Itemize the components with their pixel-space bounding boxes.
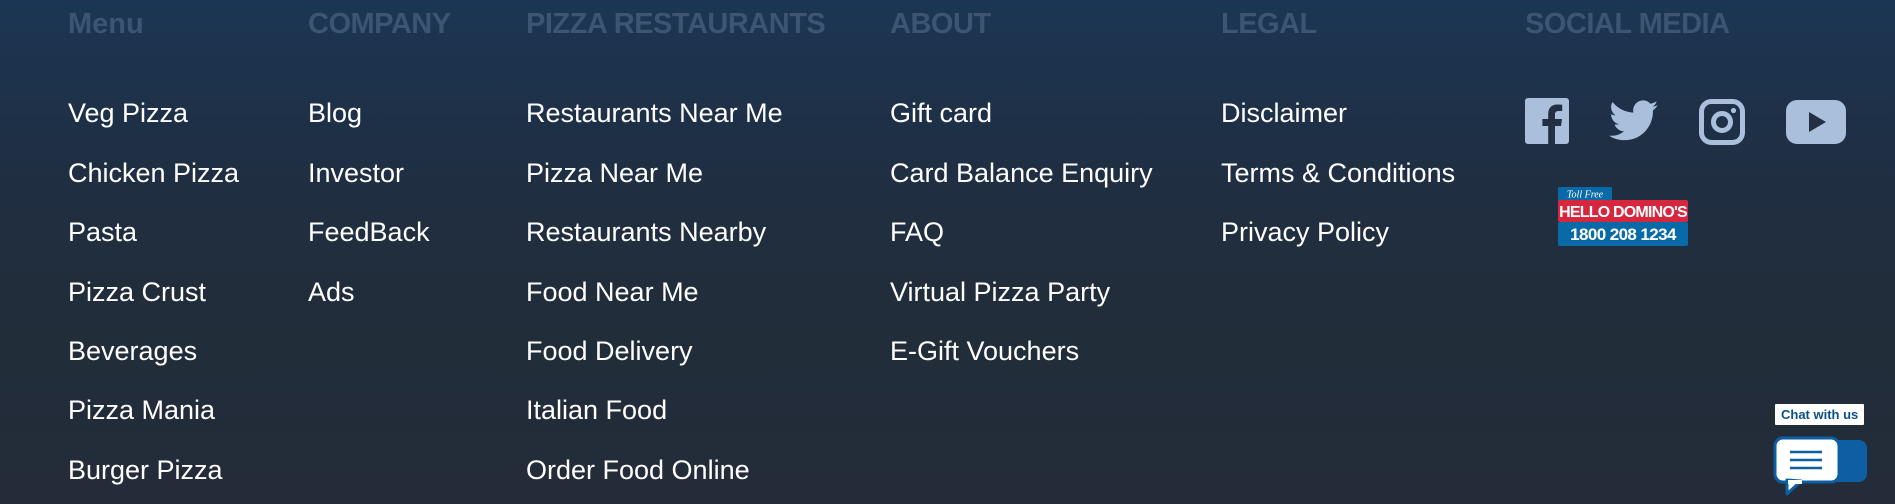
footer-link-italian-food[interactable]: Italian Food (526, 393, 667, 427)
chat-widget-button[interactable]: Chat with us (1773, 404, 1869, 500)
footer-heading-pizza-restaurants: PIZZA RESTAURANTS (526, 8, 826, 40)
hotline-toll-free-text: Toll Free (1567, 190, 1604, 201)
footer-link-order-food-online[interactable]: Order Food Online (526, 453, 750, 487)
footer-link-restaurants-nearby[interactable]: Restaurants Nearby (526, 215, 766, 249)
footer-heading-legal: LEGAL (1221, 8, 1317, 40)
footer-link-disclaimer[interactable]: Disclaimer (1221, 96, 1347, 130)
hello-dominos-hotline-badge[interactable]: Toll Free HELLO DOMINO'S 1800 208 1234 (1558, 187, 1689, 247)
footer-link-terms-conditions[interactable]: Terms & Conditions (1221, 156, 1455, 190)
footer-link-investor[interactable]: Investor (308, 156, 404, 190)
footer-link-chicken-pizza[interactable]: Chicken Pizza (68, 156, 239, 190)
chat-bubble-icon (1773, 436, 1867, 496)
footer-link-pizza-mania[interactable]: Pizza Mania (68, 393, 215, 427)
footer-link-food-delivery[interactable]: Food Delivery (526, 334, 693, 368)
site-footer: Menu Veg Pizza Chicken Pizza Pasta Pizza… (0, 0, 1895, 504)
chat-with-us-label: Chat with us (1775, 404, 1865, 425)
footer-link-privacy-policy[interactable]: Privacy Policy (1221, 215, 1389, 249)
footer-link-veg-pizza[interactable]: Veg Pizza (68, 96, 188, 130)
footer-link-feedback[interactable]: FeedBack (308, 215, 430, 249)
youtube-icon[interactable] (1786, 100, 1846, 144)
footer-link-gift-card[interactable]: Gift card (890, 96, 992, 130)
footer-link-restaurants-near-me[interactable]: Restaurants Near Me (526, 96, 783, 130)
footer-link-blog[interactable]: Blog (308, 96, 362, 130)
footer-link-beverages[interactable]: Beverages (68, 334, 197, 368)
footer-heading-social-media: SOCIAL MEDIA (1525, 8, 1730, 40)
footer-heading-company: COMPANY (308, 8, 451, 40)
footer-link-food-near-me[interactable]: Food Near Me (526, 275, 699, 309)
instagram-icon[interactable] (1699, 99, 1745, 145)
twitter-icon[interactable] (1609, 100, 1659, 142)
footer-link-faq[interactable]: FAQ (890, 215, 944, 249)
footer-heading-menu: Menu (68, 8, 144, 40)
footer-link-virtual-pizza-party[interactable]: Virtual Pizza Party (890, 275, 1110, 309)
footer-heading-about: ABOUT (890, 8, 991, 40)
footer-link-burger-pizza[interactable]: Burger Pizza (68, 453, 223, 487)
hotline-number-text: 1800 208 1234 (1570, 225, 1677, 244)
footer-link-pizza-near-me[interactable]: Pizza Near Me (526, 156, 703, 190)
footer-link-pasta[interactable]: Pasta (68, 215, 137, 249)
footer-link-ads[interactable]: Ads (308, 275, 355, 309)
footer-link-pizza-crust[interactable]: Pizza Crust (68, 275, 206, 309)
facebook-icon[interactable] (1525, 98, 1569, 144)
footer-link-card-balance-enquiry[interactable]: Card Balance Enquiry (890, 156, 1153, 190)
footer-link-e-gift-vouchers[interactable]: E-Gift Vouchers (890, 334, 1079, 368)
hotline-brand-text: HELLO DOMINO'S (1559, 204, 1688, 221)
